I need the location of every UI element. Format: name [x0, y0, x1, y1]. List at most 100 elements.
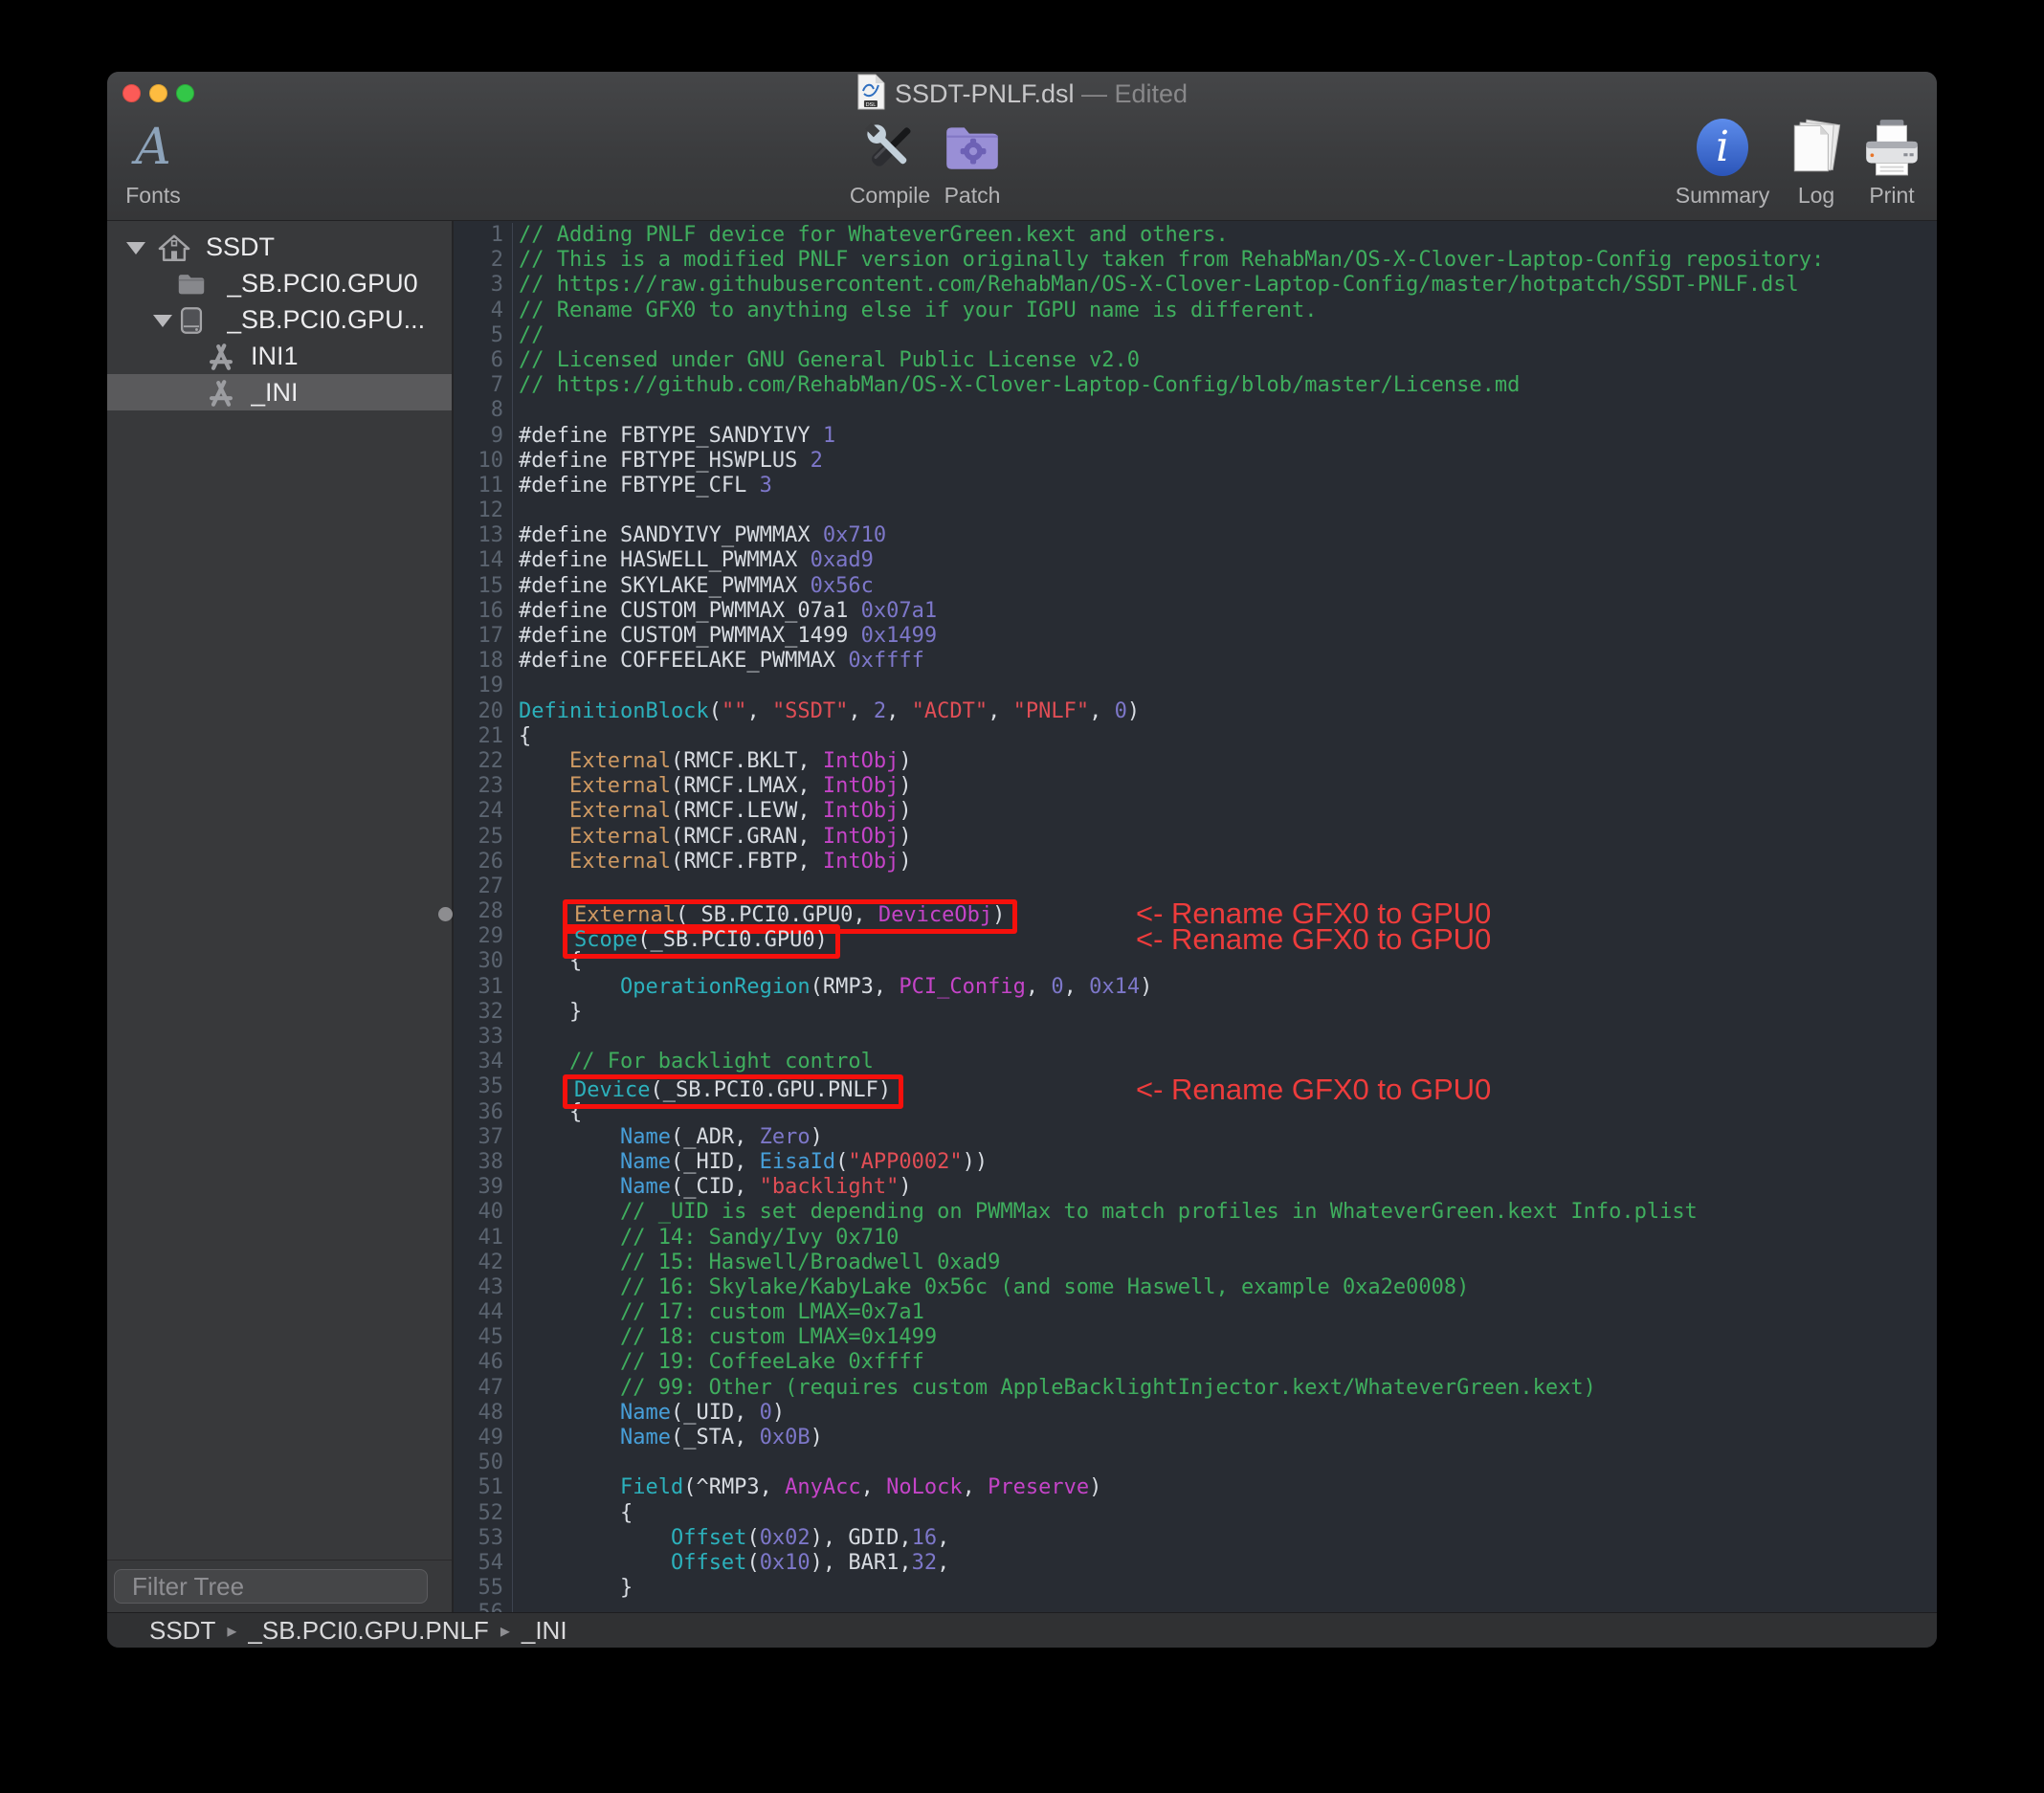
code-line[interactable]: 42 // 15: Haswell/Broadwell 0xad9	[454, 1250, 1937, 1275]
code-token: ))	[962, 1149, 989, 1174]
close-button[interactable]	[122, 84, 141, 102]
code-line[interactable]: 49 Name(_STA, 0x0B)	[454, 1426, 1937, 1451]
code-line[interactable]: 34 // For backlight control	[454, 1050, 1937, 1075]
code-line[interactable]: 27	[454, 874, 1937, 900]
filter-field[interactable]	[114, 1569, 455, 1604]
code-lines: 1// Adding PNLF device for WhateverGreen…	[454, 223, 1937, 1613]
line-number: 13	[454, 523, 513, 549]
code-editor[interactable]: 1// Adding PNLF device for WhateverGreen…	[454, 221, 1937, 1613]
code-line[interactable]: 25 External(RMCF.GRAN, IntObj)	[454, 824, 1937, 850]
code-token: (	[746, 1525, 760, 1550]
disclosure-triangle-icon[interactable]	[126, 242, 145, 255]
code-token: )	[810, 1124, 823, 1149]
code-line[interactable]: 1// Adding PNLF device for WhateverGreen…	[454, 223, 1937, 249]
code-line[interactable]: 23 External(RMCF.LMAX, IntObj)	[454, 774, 1937, 800]
code-text: DefinitionBlock("", "SSDT", 2, "ACDT", "…	[519, 699, 1140, 723]
code-line[interactable]: 7// https://github.com/RehabMan/OS-X-Clo…	[454, 373, 1937, 399]
sidebar-item-ssdt[interactable]: SSDT	[107, 229, 452, 265]
code-line[interactable]: 53 Offset(0x02), GDID,16,	[454, 1525, 1937, 1551]
code-text: // Adding PNLF device for WhateverGreen.…	[519, 223, 1229, 247]
zoom-button[interactable]	[176, 84, 194, 102]
sidebar-item--sb-pci0-gpu0[interactable]: _SB.PCI0.GPU0	[107, 265, 452, 301]
code-line[interactable]: 51 Field(^RMP3, AnyAcc, NoLock, Preserve…	[454, 1475, 1937, 1501]
code-text: Offset(0x10), BAR1,32,	[519, 1551, 949, 1575]
code-line[interactable]: 26 External(RMCF.FBTP, IntObj)	[454, 849, 1937, 874]
code-line[interactable]: 55 }	[454, 1576, 1937, 1602]
code-text: }	[519, 1000, 582, 1024]
code-line[interactable]: 10 #define FBTYPE_HSWPLUS 2	[454, 448, 1937, 474]
code-line[interactable]: 46 // 19: CoffeeLake 0xffff	[454, 1350, 1937, 1376]
code-token: 0x07a1	[860, 598, 938, 623]
code-token: ,	[848, 698, 874, 723]
code-text: Name(_STA, 0x0B)	[519, 1426, 823, 1450]
code-token: // 14: Sandy/Ivy 0x710	[619, 1225, 900, 1250]
code-line[interactable]: 17 #define CUSTOM_PWMMAX_1499 0x1499	[454, 624, 1937, 650]
code-line[interactable]: 18 #define COFFEELAKE_PWMMAX 0xffff	[454, 649, 1937, 675]
code-line[interactable]: 19	[454, 674, 1937, 699]
fonts-button[interactable]: A Fonts	[107, 114, 215, 215]
code-text: Name(_ADR, Zero)	[519, 1125, 823, 1149]
code-line[interactable]: 8	[454, 398, 1937, 424]
disclosure-triangle-icon[interactable]	[153, 315, 172, 327]
code-line[interactable]: 39 Name(_CID, "backlight")	[454, 1175, 1937, 1201]
code-line[interactable]: 3// https://raw.githubusercontent.com/Re…	[454, 273, 1937, 299]
code-line[interactable]: 45 // 18: custom LMAX=0x1499	[454, 1325, 1937, 1351]
code-token: IntObj	[822, 799, 900, 824]
code-line[interactable]: 52 {	[454, 1500, 1937, 1526]
code-line[interactable]: 40 // _UID is set depending on PWMMax to…	[454, 1200, 1937, 1226]
code-line[interactable]: 54 Offset(0x10), BAR1,32,	[454, 1550, 1937, 1577]
code-line[interactable]: 13 #define SANDYIVY_PWMMAX 0x710	[454, 523, 1937, 549]
code-line[interactable]: 31 OperationRegion(RMP3, PCI_Config, 0, …	[454, 974, 1937, 1000]
filter-tree-input[interactable]	[130, 1570, 455, 1603]
patch-button[interactable]: Patch	[910, 114, 1034, 215]
print-button[interactable]: Print	[1830, 114, 1937, 215]
code-token: {	[519, 723, 532, 748]
code-line[interactable]: 11 #define FBTYPE_CFL 3	[454, 473, 1937, 499]
code-token: #define FBTYPE_SANDYIVY	[519, 423, 823, 448]
sidebar-item--ini[interactable]: _INI	[107, 374, 452, 410]
code-token: {	[519, 1500, 633, 1525]
code-text: // 18: custom LMAX=0x1499	[519, 1325, 937, 1349]
titlebar: DSL SSDT-PNLF.dsl — Edited	[856, 74, 1188, 110]
code-line[interactable]: 50	[454, 1450, 1937, 1476]
code-token: AnyAcc	[785, 1475, 861, 1500]
code-line[interactable]: 14 #define HASWELL_PWMMAX 0xad9	[454, 548, 1937, 574]
print-icon	[1860, 114, 1923, 181]
code-line[interactable]: 33	[454, 1025, 1937, 1051]
code-token: ,	[937, 1525, 950, 1550]
code-line[interactable]: 43 // 16: Skylake/KabyLake 0x56c (and so…	[454, 1274, 1937, 1301]
code-line[interactable]: 9 #define FBTYPE_SANDYIVY 1	[454, 423, 1937, 449]
split-handle[interactable]	[438, 907, 453, 921]
sidebar-item-label: _SB.PCI0.GPU0	[227, 269, 418, 298]
code-token: (_UID,	[670, 1400, 760, 1425]
code-line[interactable]: 5//	[454, 322, 1937, 348]
code-line[interactable]: 41 // 14: Sandy/Ivy 0x710	[454, 1225, 1937, 1251]
code-line[interactable]: 2// This is a modified PNLF version orig…	[454, 248, 1937, 274]
code-line[interactable]: 37 Name(_ADR, Zero)	[454, 1124, 1937, 1150]
code-line[interactable]: 15 #define SKYLAKE_PWMMAX 0x56c	[454, 573, 1937, 599]
sidebar-item-ini1[interactable]: INI1	[107, 338, 452, 374]
code-line[interactable]: 22 External(RMCF.BKLT, IntObj)	[454, 748, 1937, 775]
code-token: Name	[619, 1400, 671, 1425]
fonts-icon: A	[135, 119, 171, 176]
code-line[interactable]: 32 }	[454, 999, 1937, 1025]
code-line[interactable]: 6// Licensed under GNU General Public Li…	[454, 347, 1937, 374]
code-line[interactable]: 4 // Rename GFX0 to anything else if your…	[454, 298, 1937, 323]
code-line[interactable]: 16 #define CUSTOM_PWMMAX_07a1 0x07a1	[454, 598, 1937, 624]
sidebar-item--sb-pci0-gpu-[interactable]: _SB.PCI0.GPU...	[107, 301, 452, 338]
code-line[interactable]: 47 // 99: Other (requires custom AppleBa…	[454, 1375, 1937, 1401]
line-number: 24	[454, 799, 513, 825]
code-line[interactable]: 48 Name(_UID, 0)	[454, 1400, 1937, 1426]
code-line[interactable]: 38 Name(_HID, EisaId("APP0002"))	[454, 1149, 1937, 1176]
code-line[interactable]: 44 // 17: custom LMAX=0x7a1	[454, 1300, 1937, 1326]
code-line[interactable]: 21{	[454, 723, 1937, 749]
code-line[interactable]: 12	[454, 498, 1937, 524]
code-token: Offset	[670, 1525, 747, 1550]
code-line[interactable]: 24 External(RMCF.LEVW, IntObj)	[454, 799, 1937, 825]
minimize-button[interactable]	[149, 84, 167, 102]
breadcrumb-item: SSDT	[149, 1615, 216, 1645]
code-line[interactable]: 20 DefinitionBlock("", "SSDT", 2, "ACDT",…	[454, 698, 1937, 724]
